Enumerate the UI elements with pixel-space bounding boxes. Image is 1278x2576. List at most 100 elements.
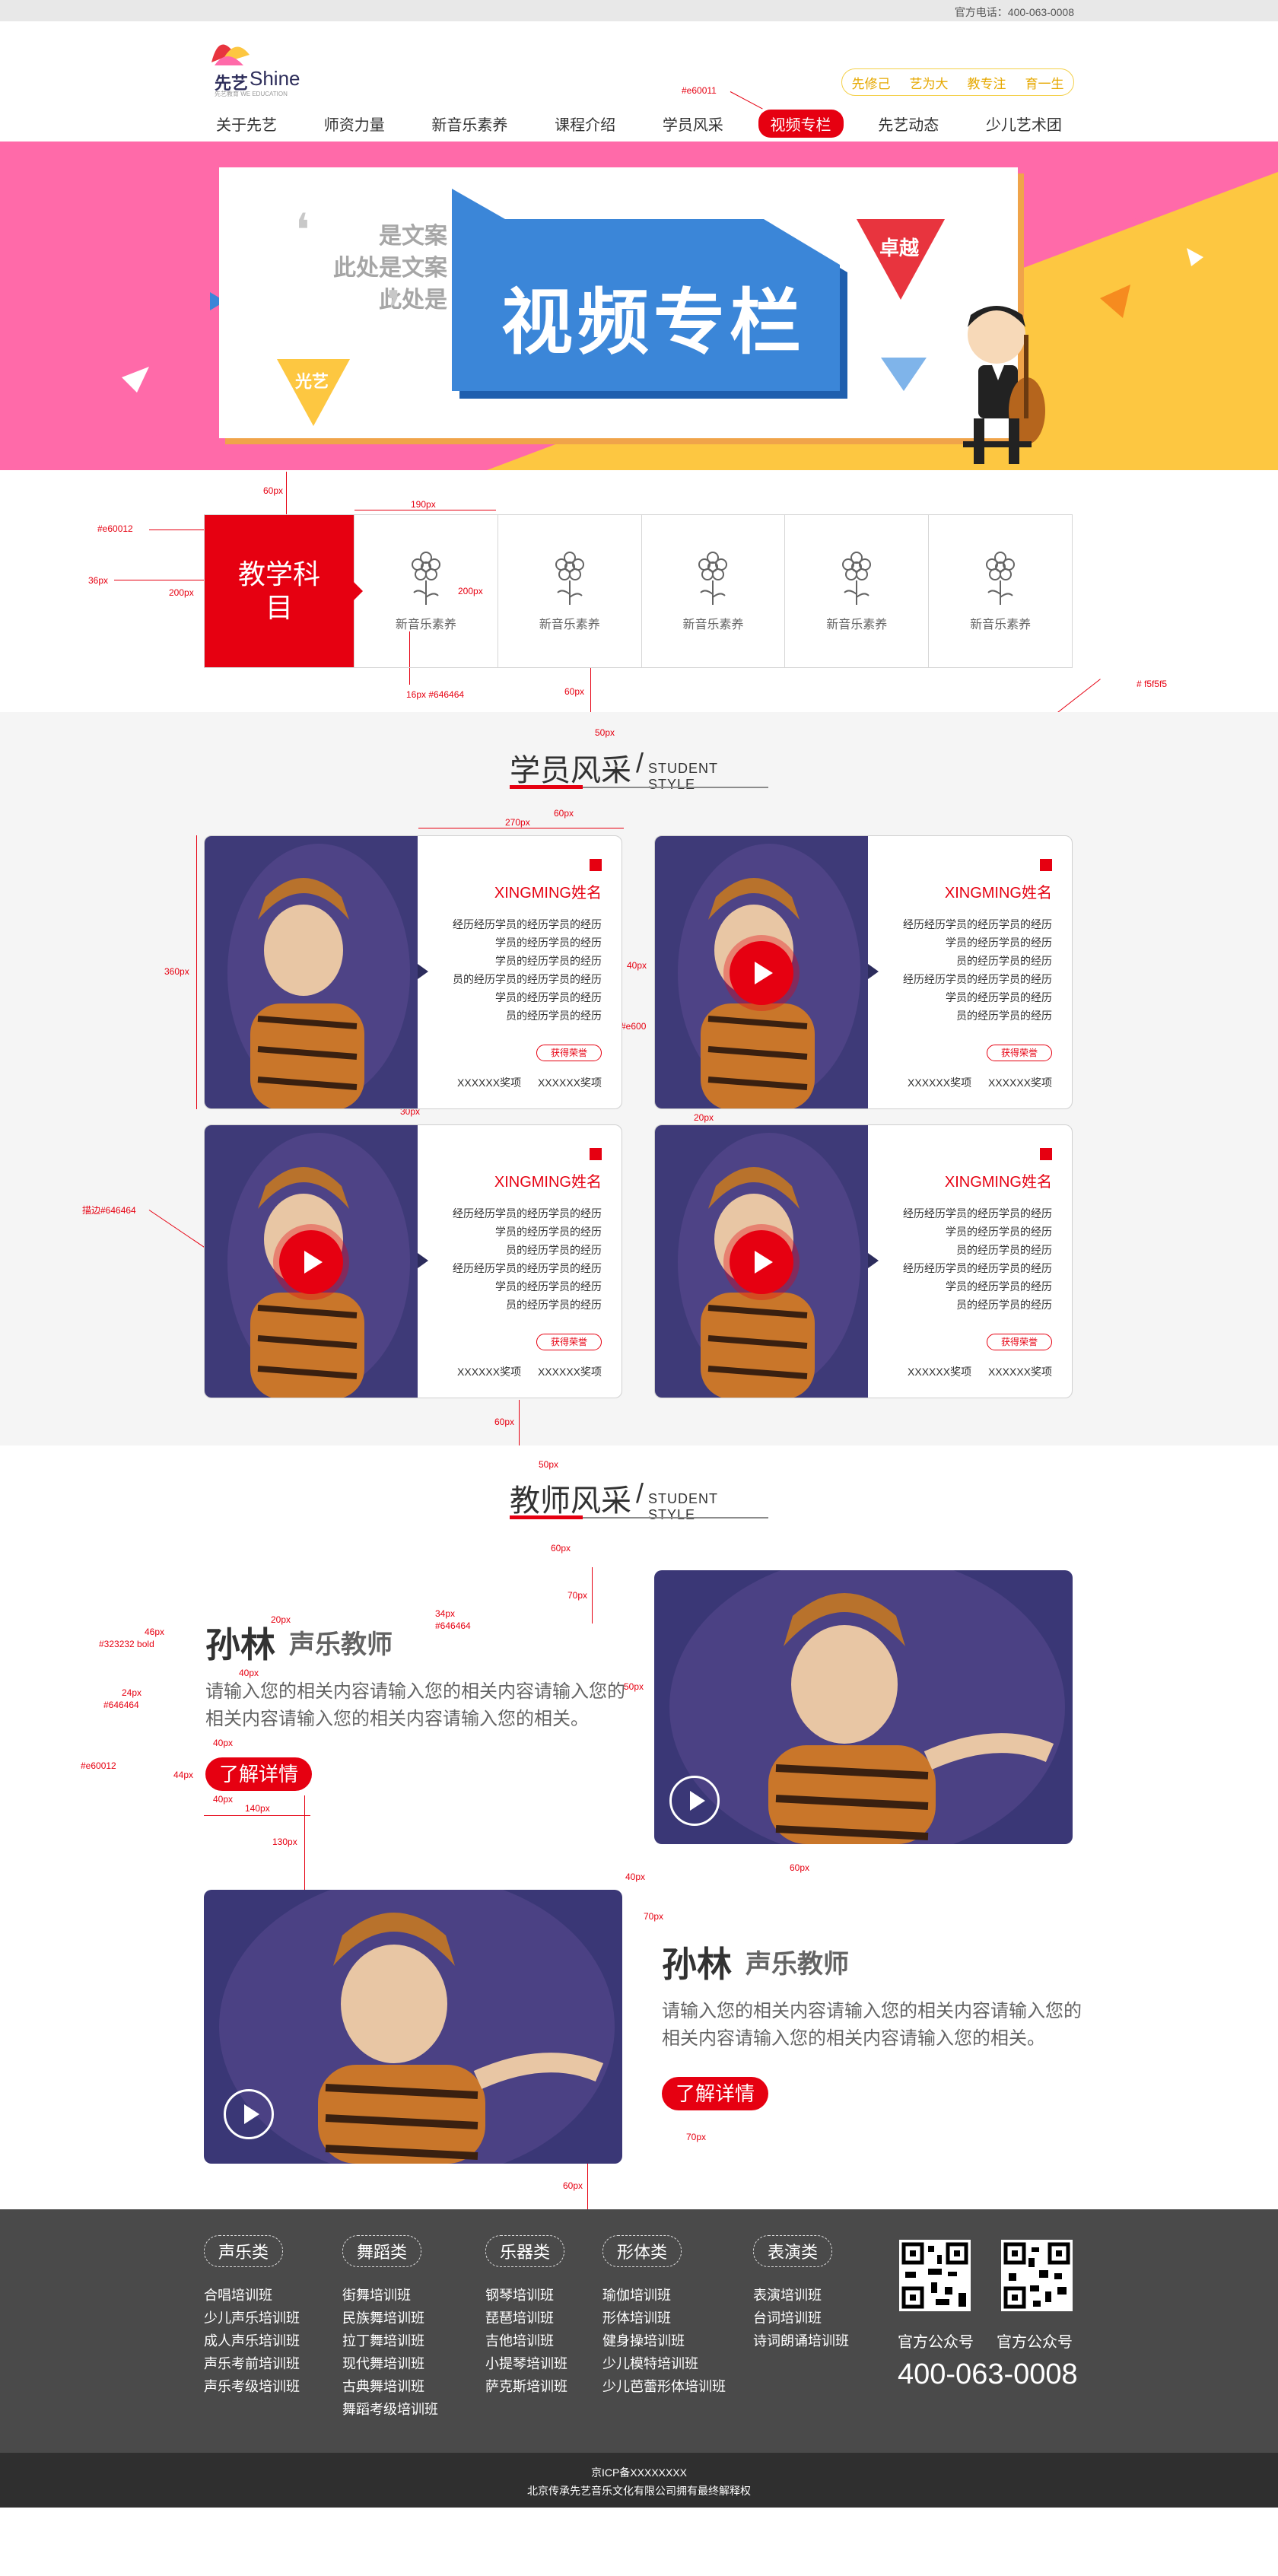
annot-t46: 46px bbox=[145, 1627, 165, 1637]
desc-line: 经历经历学员的经历学员的经历 bbox=[453, 918, 602, 930]
qr-code-icon bbox=[1001, 2240, 1073, 2311]
annot-t44: 44px bbox=[173, 1770, 194, 1780]
subjects: 教学科目 新音乐素养 新音乐素养 新音乐素养 新音乐素养 新音乐素养 bbox=[204, 514, 1073, 668]
footer-link[interactable]: 街舞培训班 bbox=[342, 2284, 438, 2307]
footer-cat[interactable]: 舞蹈类 bbox=[342, 2235, 422, 2267]
footer-link[interactable]: 形体培训班 bbox=[602, 2307, 726, 2330]
student-card[interactable]: XINGMING姓名 经历经历学员的经历学员的经历 学员的经历学员的经历 学员的… bbox=[204, 835, 622, 1109]
footer-link[interactable]: 少儿模特培训班 bbox=[602, 2352, 726, 2375]
learn-more-button[interactable]: 了解详情 bbox=[205, 1757, 312, 1791]
play-button[interactable] bbox=[224, 2089, 274, 2139]
subject-item[interactable]: 新音乐素养 bbox=[354, 515, 498, 667]
footer-link[interactable]: 吉他培训班 bbox=[485, 2330, 567, 2352]
desc-line: 经历经历学员的经历学员的经历 bbox=[903, 1207, 1052, 1220]
desc-line: 员的经历学员的经历 bbox=[506, 1299, 602, 1311]
footer-link[interactable]: 古典舞培训班 bbox=[342, 2375, 438, 2398]
student-card[interactable]: XINGMING姓名 经历经历学员的经历学员的经历 学员的经历学员的经历 员的经… bbox=[654, 835, 1073, 1109]
play-button[interactable] bbox=[730, 1230, 793, 1294]
logo-mark-icon bbox=[211, 44, 250, 65]
footer-link[interactable]: 民族舞培训班 bbox=[342, 2307, 438, 2330]
subject-label: 新音乐素养 bbox=[826, 619, 888, 631]
qr-pattern bbox=[1003, 2242, 1070, 2309]
footer-cat[interactable]: 声乐类 bbox=[204, 2235, 284, 2267]
annot-t-color: #323232 bold bbox=[99, 1639, 154, 1649]
nav-item-news[interactable]: 先艺动态 bbox=[866, 110, 951, 138]
footer-link[interactable]: 小提琴培训班 bbox=[485, 2352, 567, 2375]
play-button[interactable] bbox=[669, 1776, 720, 1826]
footer-link[interactable]: 声乐考前培训班 bbox=[204, 2352, 300, 2375]
motto: 先修己 艺为大 教专注 育一生 bbox=[841, 68, 1074, 96]
student-desc: 经历经历学员的经历学员的经历 学员的经历学员的经历 员的经历学员的经历 经历经历… bbox=[434, 1204, 602, 1314]
top-bar: 官方电话：400-063-0008 bbox=[0, 0, 1278, 21]
footer-link[interactable]: 瑜伽培训班 bbox=[602, 2284, 726, 2307]
footer-cat[interactable]: 乐器类 bbox=[485, 2235, 565, 2267]
annot-line bbox=[304, 1795, 305, 1890]
award-button[interactable]: 获得荣誉 bbox=[536, 1045, 602, 1061]
annot-font16: 16px #646464 bbox=[406, 689, 465, 700]
company-notice: 北京传承先艺音乐文化有限公司拥有最终解释权 bbox=[527, 2485, 751, 2497]
video-title-box: 视频专栏 bbox=[452, 189, 855, 399]
footer-link[interactable]: 健身操培训班 bbox=[602, 2330, 726, 2352]
teacher-video[interactable] bbox=[654, 1570, 1073, 1844]
subject-item[interactable]: 新音乐素养 bbox=[928, 515, 1072, 667]
copyright: 京ICP备XXXXXXXX 北京传承先艺音乐文化有限公司拥有最终解释权 bbox=[0, 2453, 1278, 2508]
footer-link[interactable]: 表演培训班 bbox=[753, 2284, 849, 2307]
footer-link[interactable]: 诗词朗诵培训班 bbox=[753, 2330, 849, 2352]
student-card[interactable]: XINGMING姓名 经历经历学员的经历学员的经历 学员的经历学员的经历 员的经… bbox=[654, 1124, 1073, 1398]
footer-link[interactable]: 萨克斯培训班 bbox=[485, 2375, 567, 2398]
footer-link[interactable]: 少儿声乐培训班 bbox=[204, 2307, 300, 2330]
footer-link[interactable]: 台词培训班 bbox=[753, 2307, 849, 2330]
nav-item-about[interactable]: 关于先艺 bbox=[204, 110, 289, 138]
nav-item-troupe[interactable]: 少儿艺术团 bbox=[974, 110, 1074, 138]
footer-link[interactable]: 成人声乐培训班 bbox=[204, 2330, 300, 2352]
student-photo bbox=[205, 836, 418, 1108]
footer-cat[interactable]: 形体类 bbox=[602, 2235, 682, 2267]
annot-t34: 34px bbox=[435, 1608, 456, 1619]
footer-phone: 400-063-0008 bbox=[898, 2358, 1078, 2390]
desc-line: 员的经历学员的经历 bbox=[506, 1010, 602, 1022]
desc-line: 学员的经历学员的经历 bbox=[495, 937, 602, 949]
nav-item-music[interactable]: 新音乐素养 bbox=[419, 110, 520, 138]
annot-card40: 40px bbox=[627, 960, 647, 971]
desc-line: 员的经历学员的经历 bbox=[956, 1244, 1052, 1256]
award-button[interactable]: 获得荣誉 bbox=[536, 1334, 602, 1350]
award-button[interactable]: 获得荣誉 bbox=[987, 1334, 1052, 1350]
desc-line: 员的经历学员的经历 bbox=[956, 1299, 1052, 1311]
logo[interactable]: 先艺 Shine 先艺教育 WE EDUCATION bbox=[204, 32, 326, 97]
annot-t24: 24px bbox=[122, 1687, 142, 1698]
footer-link[interactable]: 舞蹈考级培训班 bbox=[342, 2398, 438, 2421]
nav-item-teachers[interactable]: 师资力量 bbox=[312, 110, 397, 138]
annot-60d: 60px bbox=[494, 1417, 515, 1427]
annot-line bbox=[196, 835, 197, 1109]
subject-item[interactable]: 新音乐素养 bbox=[784, 515, 928, 667]
footer-link[interactable]: 现代舞培训班 bbox=[342, 2352, 438, 2375]
subject-label: 新音乐素养 bbox=[395, 619, 456, 631]
student-card[interactable]: XINGMING姓名 经历经历学员的经历学员的经历 学员的经历学员的经历 员的经… bbox=[204, 1124, 622, 1398]
nav-item-students[interactable]: 学员风采 bbox=[650, 110, 736, 138]
footer-link[interactable]: 合唱培训班 bbox=[204, 2284, 300, 2307]
teacher-video[interactable] bbox=[204, 1890, 622, 2164]
nav-item-courses[interactable]: 课程介绍 bbox=[542, 110, 628, 138]
footer-cat[interactable]: 表演类 bbox=[753, 2235, 833, 2267]
footer-link[interactable]: 拉丁舞培训班 bbox=[342, 2330, 438, 2352]
play-button[interactable] bbox=[279, 1230, 343, 1294]
footer-link[interactable]: 声乐考级培训班 bbox=[204, 2375, 300, 2398]
desc-line: 员的经历学员的经历 bbox=[506, 1244, 602, 1256]
learn-more-button[interactable]: 了解详情 bbox=[662, 2077, 768, 2110]
subject-item[interactable]: 新音乐素养 bbox=[641, 515, 785, 667]
logo-en: Shine bbox=[250, 67, 300, 90]
subject-item[interactable]: 新音乐素养 bbox=[497, 515, 641, 667]
annot-line bbox=[519, 1400, 520, 1445]
qr-label: 官方公众号 bbox=[997, 2334, 1073, 2351]
play-button[interactable] bbox=[730, 941, 793, 1005]
nav-item-video[interactable]: 视频专栏 bbox=[758, 110, 844, 138]
footer-link[interactable]: 少儿芭蕾形体培训班 bbox=[602, 2375, 726, 2398]
footer-link[interactable]: 琵琶培训班 bbox=[485, 2307, 567, 2330]
annot-60e: 60px bbox=[551, 1543, 571, 1554]
subject-label: 新音乐素养 bbox=[970, 619, 1032, 631]
footer-link[interactable]: 钢琴培训班 bbox=[485, 2284, 567, 2307]
flower-icon bbox=[411, 552, 440, 605]
annot-t50: 50px bbox=[624, 1681, 644, 1692]
footer: 声乐类 合唱培训班 少儿声乐培训班 成人声乐培训班 声乐考前培训班 声乐考级培训… bbox=[0, 2209, 1278, 2453]
award-button[interactable]: 获得荣誉 bbox=[987, 1045, 1052, 1061]
